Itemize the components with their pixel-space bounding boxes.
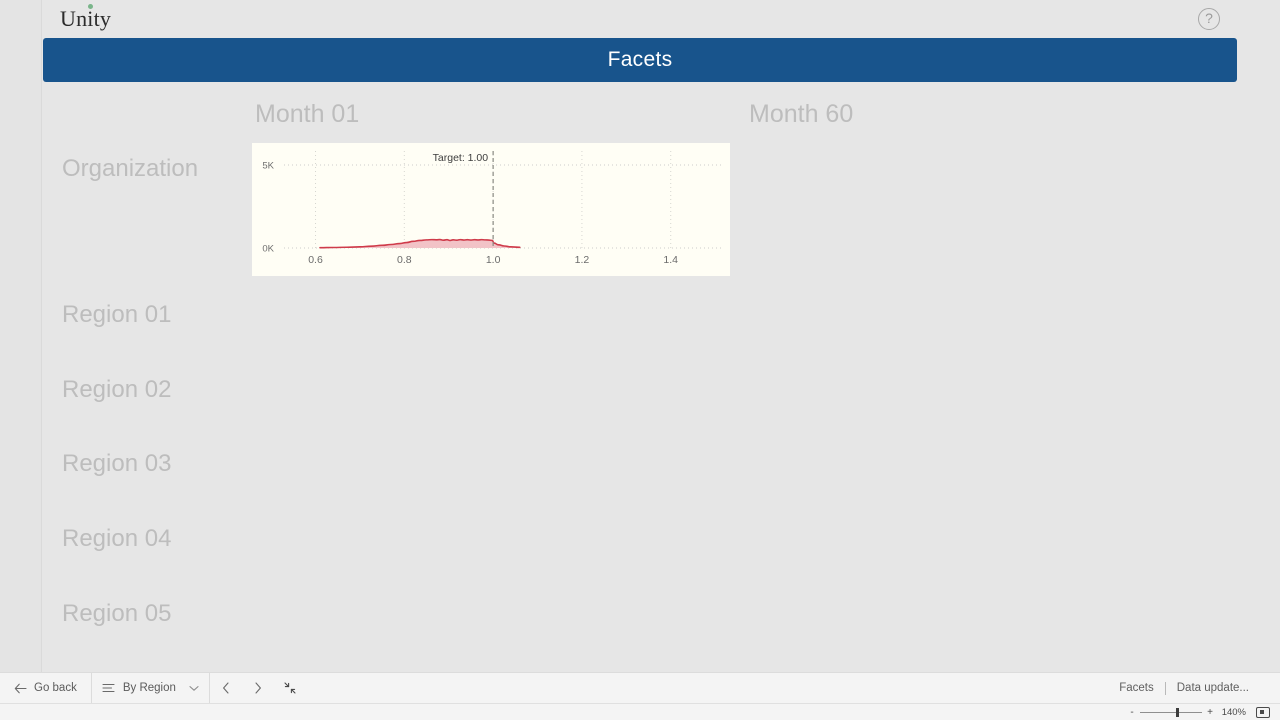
app-title: Unity xyxy=(60,4,112,33)
svg-text:1.4: 1.4 xyxy=(663,254,678,266)
chart-cell-organization-month-01[interactable]: 0K 5K 0.6 0.8 1.0 1.2 1.4 Target: 1.00 xyxy=(252,143,730,276)
next-facet-button[interactable] xyxy=(242,673,274,704)
help-icon[interactable]: ? xyxy=(1198,8,1220,30)
chevron-down-icon xyxy=(189,685,199,692)
zoom-level-label: 140% xyxy=(1221,706,1246,718)
facets-grid: Month 01 Month 60 Organization Region 01… xyxy=(43,86,1237,672)
row-label-region-01[interactable]: Region 01 xyxy=(62,301,171,329)
distribution-area-chart: 0K 5K 0.6 0.8 1.0 1.2 1.4 Target: 1.00 xyxy=(262,151,724,266)
row-label-organization[interactable]: Organization xyxy=(62,155,198,183)
svg-text:0.8: 0.8 xyxy=(397,254,412,266)
row-label-region-02[interactable]: Region 02 xyxy=(62,376,171,404)
svg-text:Target: 1.00: Target: 1.00 xyxy=(433,152,489,164)
zoom-out-button[interactable]: - xyxy=(1126,707,1138,718)
svg-text:1.0: 1.0 xyxy=(486,254,501,266)
go-back-button[interactable]: Go back xyxy=(0,673,91,704)
zoom-slider[interactable] xyxy=(1140,707,1202,718)
svg-text:0.6: 0.6 xyxy=(308,254,323,266)
row-label-region-03[interactable]: Region 03 xyxy=(62,450,171,478)
previous-facet-button[interactable] xyxy=(210,673,242,704)
row-label-region-05[interactable]: Region 05 xyxy=(62,600,171,628)
zoom-slider-handle[interactable] xyxy=(1176,707,1179,717)
back-arrow-icon xyxy=(14,683,27,694)
fit-to-screen-icon[interactable] xyxy=(1256,706,1270,718)
list-icon xyxy=(102,683,115,693)
app-title-suffix: ty xyxy=(93,6,112,31)
status-bar: - + 140% xyxy=(0,703,1280,720)
app-title-prefix: Un xyxy=(60,6,88,31)
row-label-region-04[interactable]: Region 04 xyxy=(62,525,171,553)
app-title-dotted-i: i xyxy=(87,4,94,31)
unity-facets-window: Unity ? Facets Month 01 Month 60 Organiz… xyxy=(0,0,1280,720)
data-update-label[interactable]: Data update... xyxy=(1166,682,1260,694)
svg-text:5K: 5K xyxy=(262,161,274,172)
svg-text:0K: 0K xyxy=(262,244,274,255)
facets-status-label[interactable]: Facets xyxy=(1108,682,1165,694)
svg-text:1.2: 1.2 xyxy=(575,254,590,266)
left-gutter xyxy=(0,0,42,672)
chevron-left-icon xyxy=(222,682,230,694)
go-back-label: Go back xyxy=(34,682,77,694)
sort-by-label: By Region xyxy=(122,682,176,694)
toolbar-right-group: Facets Data update... xyxy=(1108,681,1280,695)
sort-by-dropdown[interactable]: By Region xyxy=(92,673,209,704)
banner-title: Facets xyxy=(607,48,673,71)
collapse-view-button[interactable] xyxy=(274,673,306,704)
column-header-month-01: Month 01 xyxy=(255,100,360,128)
bottom-toolbar: Go back By Region Facets Data update... xyxy=(0,672,1280,704)
collapse-arrows-icon xyxy=(284,682,296,694)
chevron-right-icon xyxy=(254,682,262,694)
column-header-month-60: Month 60 xyxy=(749,100,854,128)
zoom-in-button[interactable]: + xyxy=(1204,707,1216,718)
facets-banner: Facets xyxy=(43,38,1237,82)
